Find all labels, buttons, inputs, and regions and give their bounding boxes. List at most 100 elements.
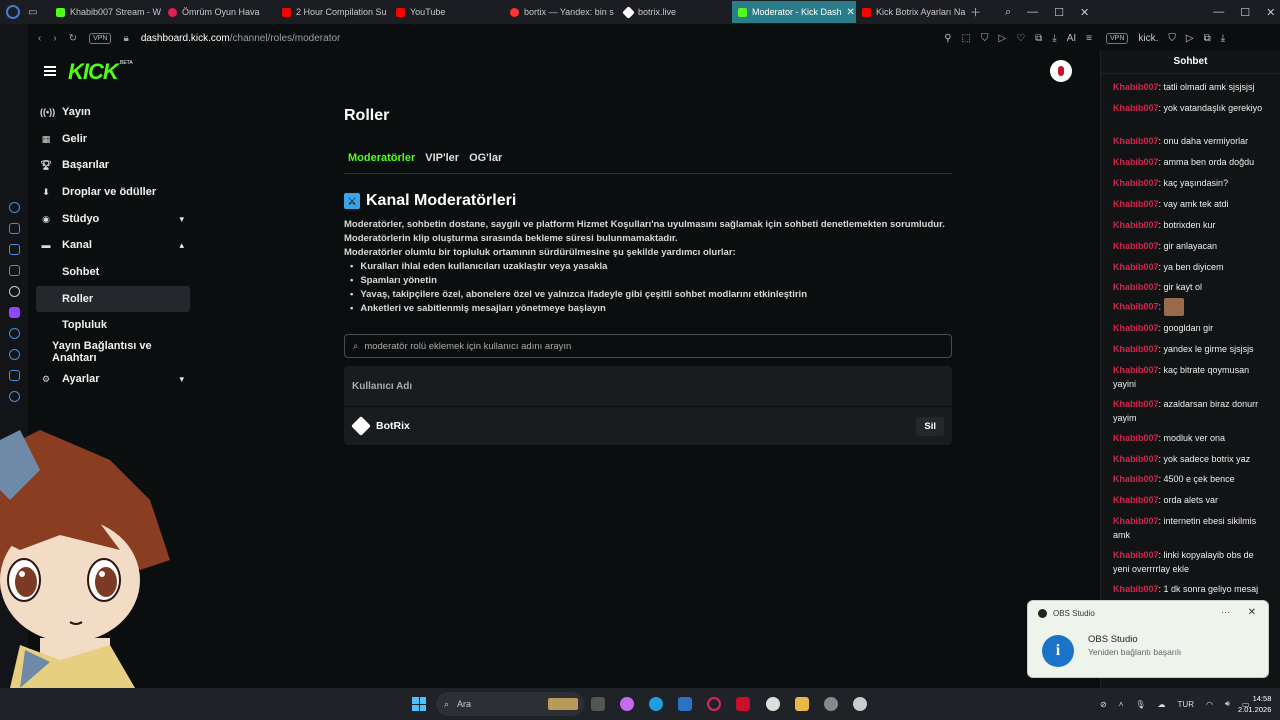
- twitch-icon[interactable]: [8, 307, 20, 318]
- bookmark-icon[interactable]: ⚲: [944, 33, 951, 44]
- heart-icon[interactable]: ♡: [1016, 33, 1025, 44]
- tab-yandex[interactable]: bortix — Yandex: bin s: [504, 1, 618, 23]
- minimize-icon[interactable]: —: [1027, 6, 1038, 18]
- side-play-icon[interactable]: ▷: [1186, 33, 1194, 44]
- tab-overview-icon[interactable]: ▭: [28, 7, 42, 18]
- side-extension-icon[interactable]: ⧉: [1204, 33, 1211, 44]
- kick-logo[interactable]: KICK: [68, 59, 119, 85]
- chat-username[interactable]: Khabib007: [1113, 584, 1159, 594]
- side-download-icon[interactable]: ⤓: [1221, 33, 1225, 44]
- tab-kick-botrix[interactable]: Kick Botrix Ayarları Na: [856, 1, 966, 23]
- nav-chat[interactable]: Sohbet: [36, 259, 190, 285]
- maximize-icon[interactable]: ☐: [1054, 6, 1064, 19]
- side-shield-icon[interactable]: ⛉: [1168, 33, 1176, 44]
- network-off-icon[interactable]: ⊘: [1100, 700, 1107, 709]
- shield-icon[interactable]: ⛉: [981, 33, 989, 44]
- chat-username[interactable]: Khabib007: [1113, 344, 1159, 354]
- delete-button[interactable]: Sil: [916, 416, 944, 436]
- chevron-up-icon[interactable]: ˄: [1119, 700, 1124, 709]
- chat-username[interactable]: Khabib007: [1113, 301, 1159, 311]
- nav-community[interactable]: Topluluk: [36, 312, 190, 338]
- cloud-icon[interactable]: ☁: [1158, 700, 1166, 709]
- chat-username[interactable]: Khabib007: [1113, 262, 1159, 272]
- chat-username[interactable]: Khabib007: [1113, 220, 1159, 230]
- close-notification-icon[interactable]: ✕: [1248, 607, 1256, 618]
- chat-username[interactable]: Khabib007: [1113, 282, 1159, 292]
- url-field[interactable]: dashboard.kick.com/channel/roles/moderat…: [141, 33, 341, 44]
- send-icon[interactable]: [8, 370, 20, 381]
- task-view-icon[interactable]: [591, 697, 605, 711]
- volume-icon[interactable]: 🔊︎: [1225, 699, 1230, 709]
- history-icon[interactable]: [8, 202, 20, 213]
- side-vpn-badge[interactable]: VPN: [1106, 32, 1129, 44]
- tab-vips[interactable]: VIP'ler: [425, 152, 459, 164]
- language-indicator[interactable]: TUR: [1178, 700, 1194, 709]
- back-icon[interactable]: ‹: [38, 33, 41, 44]
- chat-username[interactable]: Khabib007: [1113, 136, 1159, 146]
- reload-icon[interactable]: ↻: [69, 33, 77, 44]
- chat-username[interactable]: Khabib007: [1113, 399, 1159, 409]
- obs-taskbar-icon[interactable]: [766, 697, 780, 711]
- nav-stream[interactable]: ((•)) Yayın: [36, 99, 190, 125]
- taskbar-clock[interactable]: 14:58 2.01.2026: [1238, 693, 1271, 715]
- clock-icon[interactable]: [8, 349, 20, 360]
- tab-moderators[interactable]: Moderatörler: [348, 152, 415, 164]
- edge-icon[interactable]: [649, 697, 663, 711]
- tab-kick-stream[interactable]: Khabib007 Stream - W: [50, 1, 162, 23]
- extension-icon[interactable]: ⧉: [1035, 33, 1042, 44]
- user-avatar[interactable]: [1050, 60, 1072, 82]
- chat-username[interactable]: Khabib007: [1113, 433, 1159, 443]
- chat-username[interactable]: Khabib007: [1113, 474, 1159, 484]
- download-icon[interactable]: ⤓: [1052, 33, 1056, 44]
- vpn-badge[interactable]: VPN: [89, 32, 112, 44]
- tab-omrum[interactable]: Ömrüm Oyun Hava: [162, 1, 276, 23]
- microphone-icon[interactable]: 🎙︎: [1135, 700, 1145, 709]
- nav-drops[interactable]: ⬇ Droplar ve ödüller: [36, 179, 190, 205]
- side-close-icon[interactable]: ✕: [1266, 6, 1275, 19]
- chat-username[interactable]: Khabib007: [1113, 365, 1159, 375]
- copilot-icon[interactable]: [620, 697, 634, 711]
- tab-youtube[interactable]: YouTube: [390, 1, 504, 23]
- close-window-icon[interactable]: ✕: [1080, 6, 1089, 19]
- opera-gx-taskbar-icon[interactable]: [707, 697, 721, 711]
- chatgpt-icon[interactable]: [8, 286, 20, 297]
- store-icon[interactable]: [678, 697, 692, 711]
- obs-notification[interactable]: OBS Studio ··· ✕ i OBS Studio Yeniden ba…: [1027, 600, 1269, 678]
- app-taskbar-icon[interactable]: [736, 697, 750, 711]
- forward-icon[interactable]: ›: [53, 33, 56, 44]
- chat-username[interactable]: Khabib007: [1113, 323, 1159, 333]
- hamburger-menu-icon[interactable]: [44, 66, 56, 76]
- wifi-icon[interactable]: ◠: [1206, 700, 1213, 709]
- opera-menu-icon[interactable]: [6, 5, 20, 19]
- ai-button[interactable]: AI: [1067, 33, 1076, 44]
- chat-username[interactable]: Khabib007: [1113, 199, 1159, 209]
- chat-username[interactable]: Khabib007: [1113, 454, 1159, 464]
- opera-icon[interactable]: [8, 328, 20, 339]
- chat-username[interactable]: Khabib007: [1113, 241, 1159, 251]
- snapshot-icon[interactable]: ⬚: [962, 33, 971, 44]
- tab-ogs[interactable]: OG'lar: [469, 152, 502, 164]
- nav-channel[interactable]: ▬ Kanal ▴: [36, 232, 190, 258]
- chat-username[interactable]: Khabib007: [1113, 157, 1159, 167]
- app3-taskbar-icon[interactable]: [853, 697, 867, 711]
- nav-settings[interactable]: ⚙ Ayarlar ▾: [36, 366, 190, 392]
- file-explorer-icon[interactable]: [795, 697, 809, 711]
- chat-username[interactable]: Khabib007: [1113, 516, 1159, 526]
- taskbar-search[interactable]: ⌕ Ara: [436, 692, 584, 716]
- tab-botrix[interactable]: botrix.live: [618, 1, 732, 23]
- chat-username[interactable]: Khabib007: [1113, 178, 1159, 188]
- menu-icon[interactable]: ≡: [1086, 33, 1092, 44]
- play-icon[interactable]: ▷: [998, 33, 1006, 44]
- side-minimize-icon[interactable]: —: [1213, 6, 1224, 18]
- aria-icon[interactable]: [8, 223, 20, 234]
- side-url[interactable]: kick.: [1138, 33, 1158, 44]
- app2-taskbar-icon[interactable]: [824, 697, 838, 711]
- moderator-search-input[interactable]: ⌕ moderatör rolü eklemek için kullanıcı a…: [344, 334, 952, 358]
- search-tabs-icon[interactable]: ⌕: [1005, 6, 1011, 19]
- chat-username[interactable]: Khabib007: [1113, 103, 1159, 113]
- wallet-icon[interactable]: [8, 244, 20, 255]
- new-tab-icon[interactable]: ＋: [970, 4, 981, 20]
- windows-start-icon[interactable]: [412, 697, 426, 711]
- nav-studio[interactable]: ◉ Stüdyo ▾: [36, 206, 190, 232]
- more-options-icon[interactable]: ···: [1221, 607, 1230, 617]
